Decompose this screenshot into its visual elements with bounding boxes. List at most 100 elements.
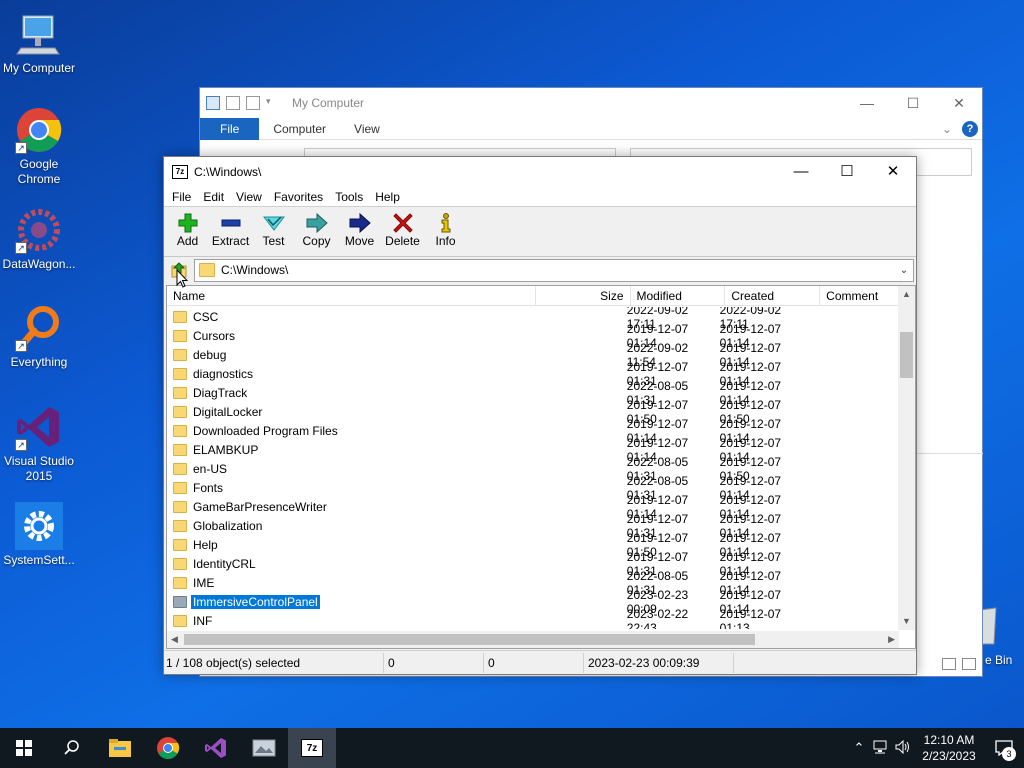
row-name-cell: Globalization <box>167 519 528 533</box>
chevron-down-icon[interactable]: ⌄ <box>895 265 913 276</box>
row-name: Cursors <box>193 328 236 343</box>
status-modified: 2023-02-23 00:09:39 <box>584 652 734 673</box>
folder-icon <box>173 595 187 608</box>
new-folder-icon[interactable] <box>246 96 260 110</box>
row-name-cell: Fonts <box>167 481 528 495</box>
info-icon <box>424 212 467 234</box>
menu-tools[interactable]: Tools <box>329 190 369 204</box>
7zip-icon: 7z <box>301 739 323 757</box>
row-name-cell: ELAMBKUP <box>167 443 528 457</box>
close-button[interactable]: ✕ <box>870 157 916 187</box>
row-name: GameBarPresenceWriter <box>193 499 327 514</box>
desktop-icon-label: Google Chrome <box>17 157 61 186</box>
info-label: Info <box>435 234 456 248</box>
extract-button[interactable]: Extract <box>209 212 252 248</box>
column-header-name[interactable]: Name <box>167 286 536 306</box>
row-name-cell: CSC <box>167 310 528 324</box>
7zip-window[interactable]: 7z C:\Windows\ — ☐ ✕ File Edit View Favo… <box>163 156 917 675</box>
minimize-button[interactable]: — <box>778 157 824 187</box>
extract-label: Extract <box>211 234 250 248</box>
minimize-button[interactable]: — <box>844 88 890 118</box>
path-input[interactable]: C:\Windows\ <box>221 263 288 277</box>
chevron-up-icon[interactable]: ⌃ <box>848 740 870 756</box>
desktop-icon-system-settings[interactable]: SystemSett... <box>0 502 78 568</box>
taskbar-photo-app[interactable] <box>240 728 288 768</box>
taskbar-chrome[interactable] <box>144 728 192 768</box>
desktop-icon-label[interactable]: e Bin <box>985 653 1012 667</box>
row-name-cell: Cursors <box>167 329 528 343</box>
ribbon-tab-computer[interactable]: Computer <box>259 118 340 140</box>
copy-button[interactable]: Copy <box>295 212 338 248</box>
menu-help[interactable]: Help <box>369 190 406 204</box>
desktop-icon-my-computer[interactable]: My Computer <box>0 10 78 76</box>
scroll-thumb[interactable] <box>184 634 755 645</box>
add-button[interactable]: Add <box>166 212 209 248</box>
ribbon-tab-view[interactable]: View <box>340 118 394 140</box>
details-view-icon[interactable] <box>942 658 956 670</box>
notification-center-button[interactable]: 3 <box>984 728 1024 768</box>
taskbar-file-explorer[interactable] <box>96 728 144 768</box>
info-button[interactable]: Info <box>424 212 467 248</box>
row-name-cell: ImmersiveControlPanel <box>167 593 528 610</box>
desktop-icon-label: Visual Studio 2015 <box>4 454 74 483</box>
menu-edit[interactable]: Edit <box>197 190 230 204</box>
folder-icon <box>173 557 187 570</box>
close-button[interactable]: ✕ <box>936 88 982 118</box>
vertical-scrollbar[interactable]: ▲ ▼ <box>898 286 915 630</box>
properties-icon[interactable] <box>226 96 240 110</box>
everything-search-icon: ↗ <box>15 304 63 352</box>
taskbar-7zip[interactable]: 7z <box>288 728 336 768</box>
desktop-icon-visual-studio[interactable]: ↗ Visual Studio 2015 <box>0 403 78 484</box>
file-list[interactable]: Name Size Modified Created Comment CSC 20… <box>166 285 916 649</box>
scroll-right-arrow-icon[interactable]: ▶ <box>888 631 895 648</box>
test-button[interactable]: Test <box>252 212 295 248</box>
help-icon[interactable]: ? <box>962 120 978 137</box>
row-name: IME <box>193 575 215 590</box>
column-header-size[interactable]: Size <box>536 286 631 306</box>
column-headers: Name Size Modified Created Comment <box>167 286 915 306</box>
ribbon-tab-file[interactable]: File <box>200 117 260 140</box>
menu-favorites[interactable]: Favorites <box>268 190 329 204</box>
menu-view[interactable]: View <box>230 190 268 204</box>
horizontal-scrollbar[interactable]: ◀ ▶ <box>167 631 899 648</box>
test-label: Test <box>262 234 285 248</box>
large-icons-view-icon[interactable] <box>962 658 976 670</box>
column-header-modified[interactable]: Modified <box>631 286 726 306</box>
chevron-down-icon[interactable]: ⌄ <box>942 122 952 136</box>
scroll-thumb[interactable] <box>900 332 913 378</box>
column-header-created[interactable]: Created <box>725 286 821 306</box>
maximize-button[interactable]: ☐ <box>824 157 870 187</box>
row-name: Fonts <box>193 480 224 495</box>
7zip-icon: 7z <box>172 165 188 179</box>
search-button[interactable] <box>48 728 96 768</box>
table-row[interactable]: INF 2023-02-22 22:43 2019-12-07 01:13 <box>167 607 899 629</box>
system-tray: ⌃ 12:10 AM 2/23/2023 3 <box>848 728 1024 768</box>
scroll-left-arrow-icon[interactable]: ◀ <box>171 631 178 648</box>
desktop-icon-everything[interactable]: ↗ Everything <box>0 304 78 370</box>
explorer-titlebar[interactable]: ▾ My Computer — ☐ ✕ <box>200 88 982 118</box>
chevron-down-icon[interactable]: ▾ <box>266 96 280 110</box>
scroll-up-arrow-icon[interactable]: ▲ <box>898 286 915 303</box>
x-icon <box>381 212 424 234</box>
menu-file[interactable]: File <box>166 190 197 204</box>
folder-icon <box>173 576 187 589</box>
copy-label: Copy <box>302 234 331 248</box>
7zip-titlebar[interactable]: 7z C:\Windows\ — ☐ ✕ <box>164 157 916 187</box>
folder-icon <box>173 538 187 551</box>
computer-icon <box>206 96 220 110</box>
start-button[interactable] <box>0 728 48 768</box>
scroll-down-arrow-icon[interactable]: ▼ <box>898 613 915 630</box>
clock-date: 2/23/2023 <box>922 749 976 763</box>
path-combobox[interactable]: C:\Windows\ ⌄ <box>194 258 914 282</box>
delete-button[interactable]: Delete <box>381 212 424 248</box>
taskbar-clock[interactable]: 12:10 AM 2/23/2023 <box>914 732 984 764</box>
volume-icon[interactable] <box>892 739 914 757</box>
folder-icon <box>173 614 187 627</box>
row-name: Downloaded Program Files <box>193 423 338 438</box>
maximize-button[interactable]: ☐ <box>890 88 936 118</box>
move-button[interactable]: Move <box>338 212 381 248</box>
network-icon[interactable] <box>870 740 892 757</box>
taskbar-visual-studio[interactable] <box>192 728 240 768</box>
desktop-icon-datawagon[interactable]: ↗ DataWagon... <box>0 206 78 272</box>
desktop-icon-google-chrome[interactable]: ↗ Google Chrome <box>0 106 78 187</box>
